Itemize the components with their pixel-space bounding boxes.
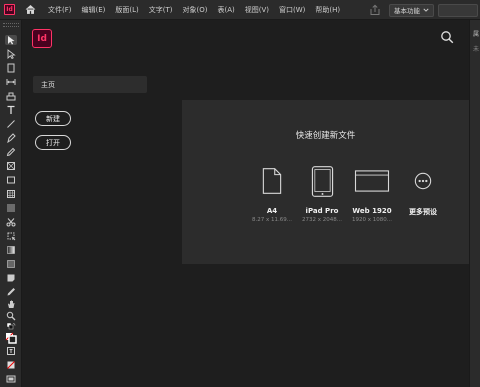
menu-layout[interactable]: 版面(L) — [115, 5, 138, 15]
gradient-swatch-tool-icon[interactable] — [5, 245, 17, 255]
nav-home-item[interactable]: 主页 — [33, 76, 147, 93]
preset-more[interactable]: 更多预设 — [393, 164, 453, 217]
web-screen-icon — [354, 170, 390, 192]
chevron-down-icon — [423, 8, 429, 12]
document-icon — [262, 168, 282, 194]
share-icon[interactable] — [369, 4, 381, 16]
selection-tool-icon[interactable] — [5, 35, 17, 45]
panel-subtext: 未 — [473, 46, 480, 53]
preset-name: 更多预设 — [409, 208, 437, 216]
gap-tool-icon[interactable] — [5, 77, 17, 87]
menu-help[interactable]: 帮助(H) — [315, 5, 340, 15]
menu-view[interactable]: 视图(V) — [245, 5, 269, 15]
menu-table[interactable]: 表(A) — [218, 5, 235, 15]
properties-panel-strip[interactable]: 属 未 — [469, 20, 480, 387]
gradient-feather-tool-icon[interactable] — [5, 259, 17, 269]
home-icon[interactable] — [24, 4, 36, 16]
hand-tool-icon[interactable] — [5, 299, 17, 309]
new-button[interactable]: 新建 — [35, 111, 71, 126]
scissors-tool-icon[interactable] — [5, 217, 17, 227]
nav-home-label: 主页 — [41, 80, 55, 89]
type-tool-icon[interactable] — [5, 105, 17, 115]
pencil-tool-icon[interactable] — [5, 147, 17, 157]
zoom-tool-icon[interactable] — [5, 311, 17, 321]
panel-grip[interactable] — [3, 23, 19, 27]
panel-tab-label: 属 — [473, 31, 480, 38]
menu-bar: Id 文件(F) 编辑(E) 版面(L) 文字(T) 对象(O) 表(A) 视图… — [0, 0, 480, 20]
tools-panel — [0, 20, 22, 387]
menu-type[interactable]: 文字(T) — [149, 5, 173, 15]
eyedropper-tool-icon[interactable] — [5, 287, 17, 297]
rectangle-frame-tool-icon[interactable] — [5, 161, 17, 171]
tablet-icon — [311, 165, 333, 197]
preset-size: 1920 x 1080... — [352, 217, 392, 223]
table-tool-icon[interactable] — [5, 189, 17, 199]
search-icon[interactable] — [440, 30, 454, 44]
menu-window[interactable]: 窗口(W) — [279, 5, 305, 15]
fill-stroke-swatch-icon[interactable] — [5, 331, 17, 344]
note-tool-icon[interactable] — [5, 273, 17, 283]
free-transform-tool-icon[interactable] — [5, 231, 17, 241]
pen-tool-icon[interactable] — [5, 133, 17, 143]
home-screen: Id 主页 新建 打开 快速创建新文件 A4 8.27 x 11.69... i… — [22, 20, 469, 387]
indesign-logo: Id — [32, 29, 52, 48]
page-tool-icon[interactable] — [5, 63, 17, 73]
search-field[interactable] — [438, 3, 478, 17]
workspace-label: 基本功能 — [394, 7, 420, 15]
menu-edit[interactable]: 编辑(E) — [82, 5, 106, 15]
screen-mode-icon[interactable] — [5, 374, 17, 384]
menu-object[interactable]: 对象(O) — [183, 5, 208, 15]
rectangle-tool-icon[interactable] — [5, 175, 17, 185]
apply-none-icon[interactable] — [5, 360, 17, 370]
quick-create-title: 快速创建新文件 — [295, 131, 356, 141]
open-button[interactable]: 打开 — [35, 135, 71, 150]
horizontal-grid-tool-icon[interactable] — [5, 203, 17, 213]
line-tool-icon[interactable] — [5, 119, 17, 129]
app-logo: Id — [4, 4, 15, 15]
direct-selection-tool-icon[interactable] — [5, 49, 17, 59]
quick-create-panel: 快速创建新文件 A4 8.27 x 11.69... iPad Pro 2732… — [182, 100, 469, 264]
menu-file[interactable]: 文件(F) — [48, 5, 72, 15]
more-icon — [414, 172, 432, 190]
workspace-switcher[interactable]: 基本功能 — [389, 3, 434, 17]
content-collector-icon[interactable] — [5, 91, 17, 101]
formatting-container-icon[interactable] — [5, 346, 17, 356]
